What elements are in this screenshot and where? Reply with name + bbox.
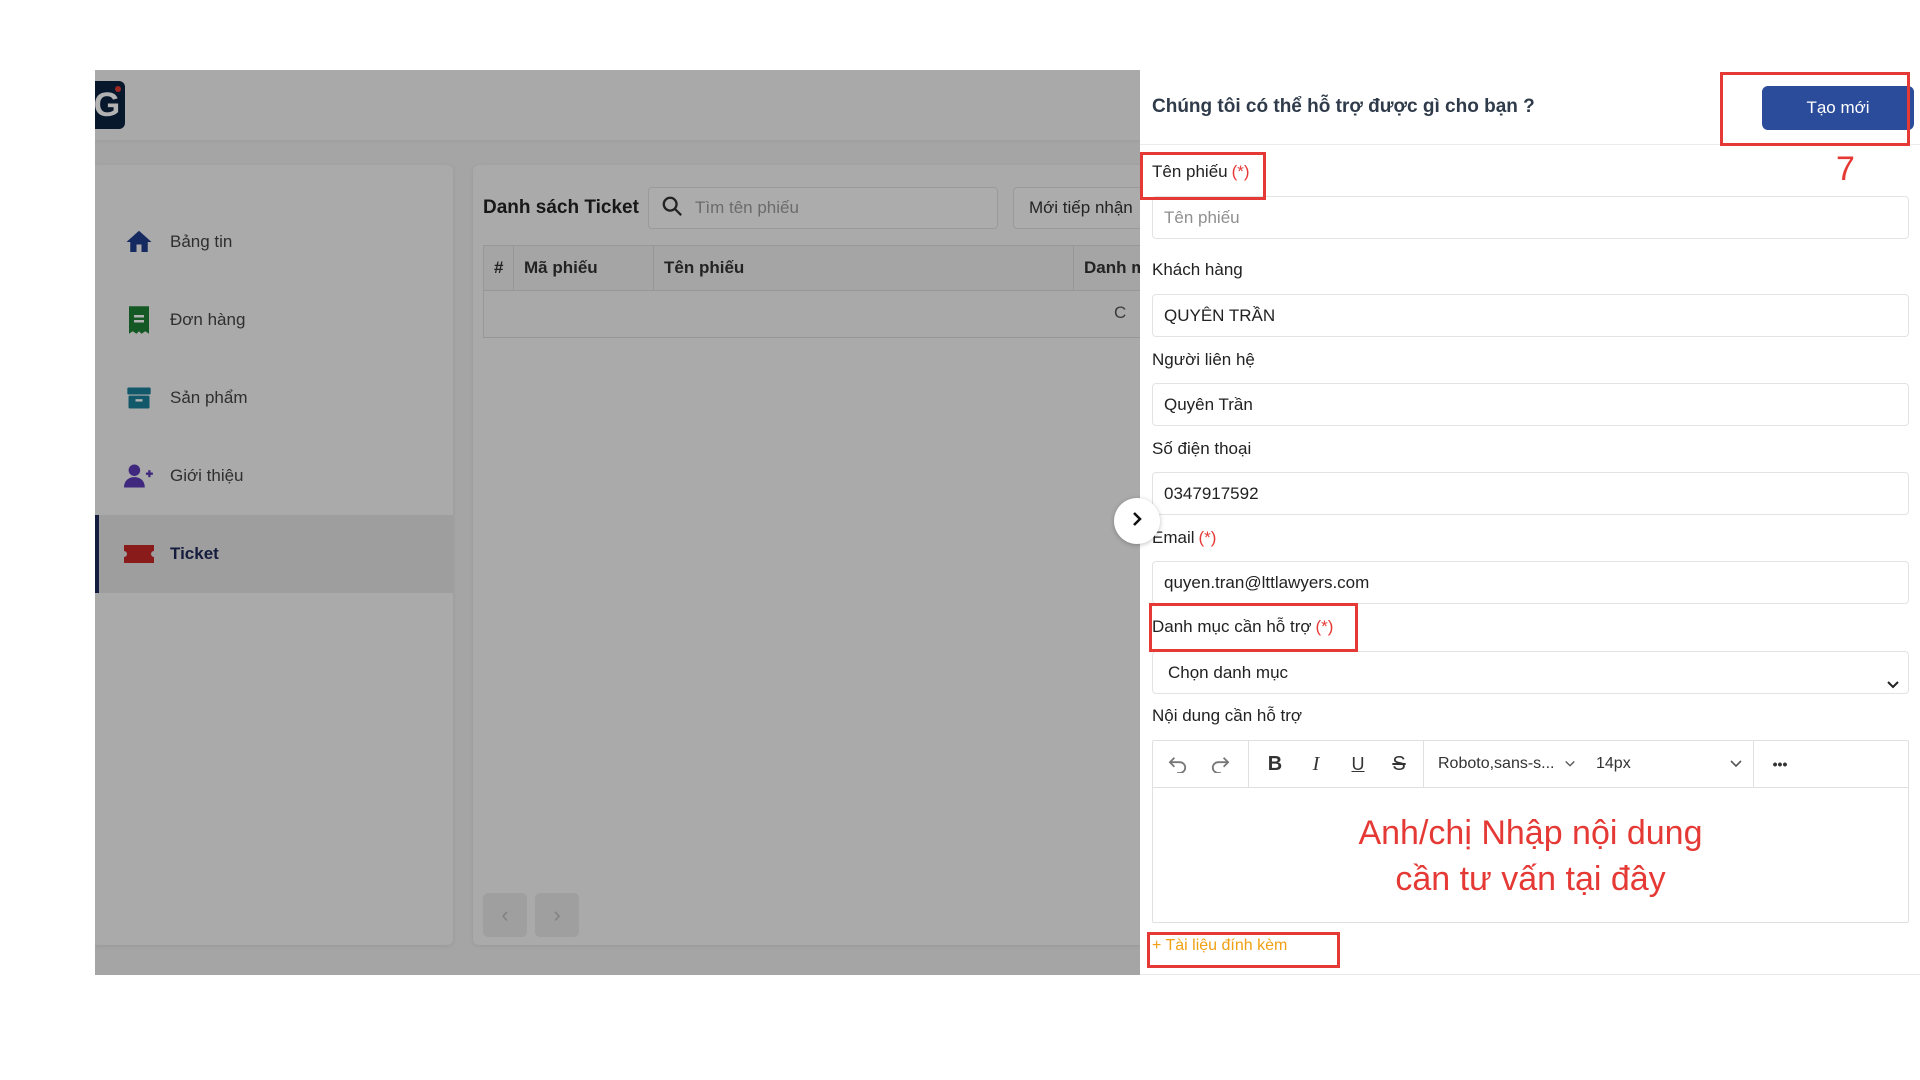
home-icon xyxy=(123,226,155,258)
sidebar-item-label: Sản phẩm xyxy=(170,388,248,407)
sidebar-item-label: Ticket xyxy=(170,544,219,563)
toolbar-divider xyxy=(1248,741,1249,787)
column-header-name: Tên phiếu xyxy=(654,246,1074,290)
pagination-next-button[interactable]: › xyxy=(535,893,579,937)
brand-logo: G xyxy=(95,81,125,129)
font-family-select[interactable]: Roboto,sans-s... xyxy=(1438,755,1555,773)
receipt-icon xyxy=(123,304,155,336)
email-input[interactable]: quyen.tran@lttlawyers.com xyxy=(1152,561,1909,604)
empty-row-text: C xyxy=(1114,303,1127,322)
archive-box-icon xyxy=(123,382,155,414)
column-header-category: Danh m xyxy=(1084,258,1140,277)
category-select-value: Chọn danh mục xyxy=(1168,663,1289,682)
chevron-down-icon xyxy=(1562,749,1578,779)
underline-icon[interactable]: U xyxy=(1343,749,1373,779)
chevron-right-icon xyxy=(1130,511,1144,532)
annotation-highlight-ticket-name xyxy=(1140,152,1266,200)
undo-icon[interactable] xyxy=(1163,749,1193,779)
column-header-code: Mã phiếu xyxy=(514,246,654,290)
chevron-down-icon xyxy=(1728,749,1744,779)
phone-label: Số điện thoại xyxy=(1152,439,1252,458)
column-header-index: # xyxy=(484,246,514,290)
drawer-title: Chúng tôi có thể hỗ trợ được gì cho bạn … xyxy=(1152,96,1535,117)
redo-icon[interactable] xyxy=(1205,749,1235,779)
drawer-divider xyxy=(1140,974,1920,975)
ticket-table-empty-row: C xyxy=(483,291,1140,338)
sidebar-item-ticket[interactable]: Ticket xyxy=(95,515,453,593)
app-header: G xyxy=(95,70,1140,140)
sidebar-item-dashboard[interactable]: Bảng tin xyxy=(95,203,453,281)
sidebar-item-orders[interactable]: Đơn hàng xyxy=(95,281,453,359)
sidebar: Bảng tin Đơn hàng Sản phẩm Giới thiệu Ti… xyxy=(95,165,453,945)
ticket-list-panel: Danh sách Ticket Tìm tên phiếu Mới tiếp … xyxy=(473,165,1140,945)
required-mark: (*) xyxy=(1198,528,1217,547)
search-placeholder: Tìm tên phiếu xyxy=(695,198,799,217)
annotation-highlight-attachment xyxy=(1147,932,1340,968)
user-plus-icon xyxy=(123,460,155,492)
rich-text-editor: B I U S Roboto,sans-s... 14px ••• Anh/ch… xyxy=(1152,740,1909,923)
font-size-select[interactable]: 14px xyxy=(1596,755,1631,773)
sidebar-item-referral[interactable]: Giới thiệu xyxy=(95,437,453,515)
ticket-icon xyxy=(123,538,155,570)
toolbar-divider xyxy=(1423,741,1424,787)
customer-input[interactable]: QUYÊN TRẦN xyxy=(1152,294,1909,337)
contact-input[interactable]: Quyên Trần xyxy=(1152,383,1909,426)
chevron-down-icon xyxy=(1886,666,1900,693)
editor-placeholder-line: cần tư vấn tại đây xyxy=(1395,859,1666,898)
ticket-list-title: Danh sách Ticket xyxy=(483,197,639,218)
annotation-highlight-category xyxy=(1149,603,1358,652)
italic-icon[interactable]: I xyxy=(1301,749,1331,779)
content-label: Nội dung cần hỗ trợ xyxy=(1152,706,1303,725)
editor-toolbar: B I U S Roboto,sans-s... 14px ••• xyxy=(1153,741,1908,788)
pagination-prev-button[interactable]: ‹ xyxy=(483,893,527,937)
email-label-text: Email xyxy=(1152,528,1195,547)
ticket-name-input[interactable]: Tên phiếu xyxy=(1152,196,1909,239)
more-options-icon[interactable]: ••• xyxy=(1765,749,1795,779)
editor-placeholder-line: Anh/chị Nhập nội dung xyxy=(1358,813,1703,852)
create-ticket-drawer: Chúng tôi có thể hỗ trợ được gì cho bạn … xyxy=(1140,70,1920,975)
ticket-table-header: # Mã phiếu Tên phiếu Danh m xyxy=(483,245,1140,291)
search-icon xyxy=(661,195,683,222)
chevron-right-icon: › xyxy=(553,902,561,927)
strikethrough-icon[interactable]: S xyxy=(1384,749,1414,779)
bold-icon[interactable]: B xyxy=(1260,749,1290,779)
category-select[interactable]: Chọn danh mục xyxy=(1152,651,1909,694)
contact-label: Người liên hệ xyxy=(1152,350,1255,369)
chevron-left-icon: ‹ xyxy=(501,902,509,927)
collapse-drawer-button[interactable] xyxy=(1114,498,1160,544)
ticket-search-input[interactable]: Tìm tên phiếu xyxy=(648,187,998,229)
status-filter-select[interactable]: Mới tiếp nhận xyxy=(1013,187,1140,229)
sidebar-item-label: Đơn hàng xyxy=(170,310,246,329)
toolbar-divider xyxy=(1753,741,1754,787)
customer-label: Khách hàng xyxy=(1152,260,1243,279)
editor-content-area[interactable]: Anh/chị Nhập nội dung cần tư vấn tại đây xyxy=(1153,789,1908,922)
phone-input[interactable]: 0347917592 xyxy=(1152,472,1909,515)
annotation-highlight-create-button xyxy=(1720,72,1910,146)
sidebar-item-products[interactable]: Sản phẩm xyxy=(95,359,453,437)
email-label: Email (*) xyxy=(1152,528,1216,548)
annotation-step-number: 7 xyxy=(1836,150,1855,188)
sidebar-item-label: Bảng tin xyxy=(170,232,233,251)
app-background: G Bảng tin Đơn hàng Sản phẩm Giới thiệu xyxy=(95,70,1140,975)
sidebar-item-label: Giới thiệu xyxy=(170,466,244,485)
